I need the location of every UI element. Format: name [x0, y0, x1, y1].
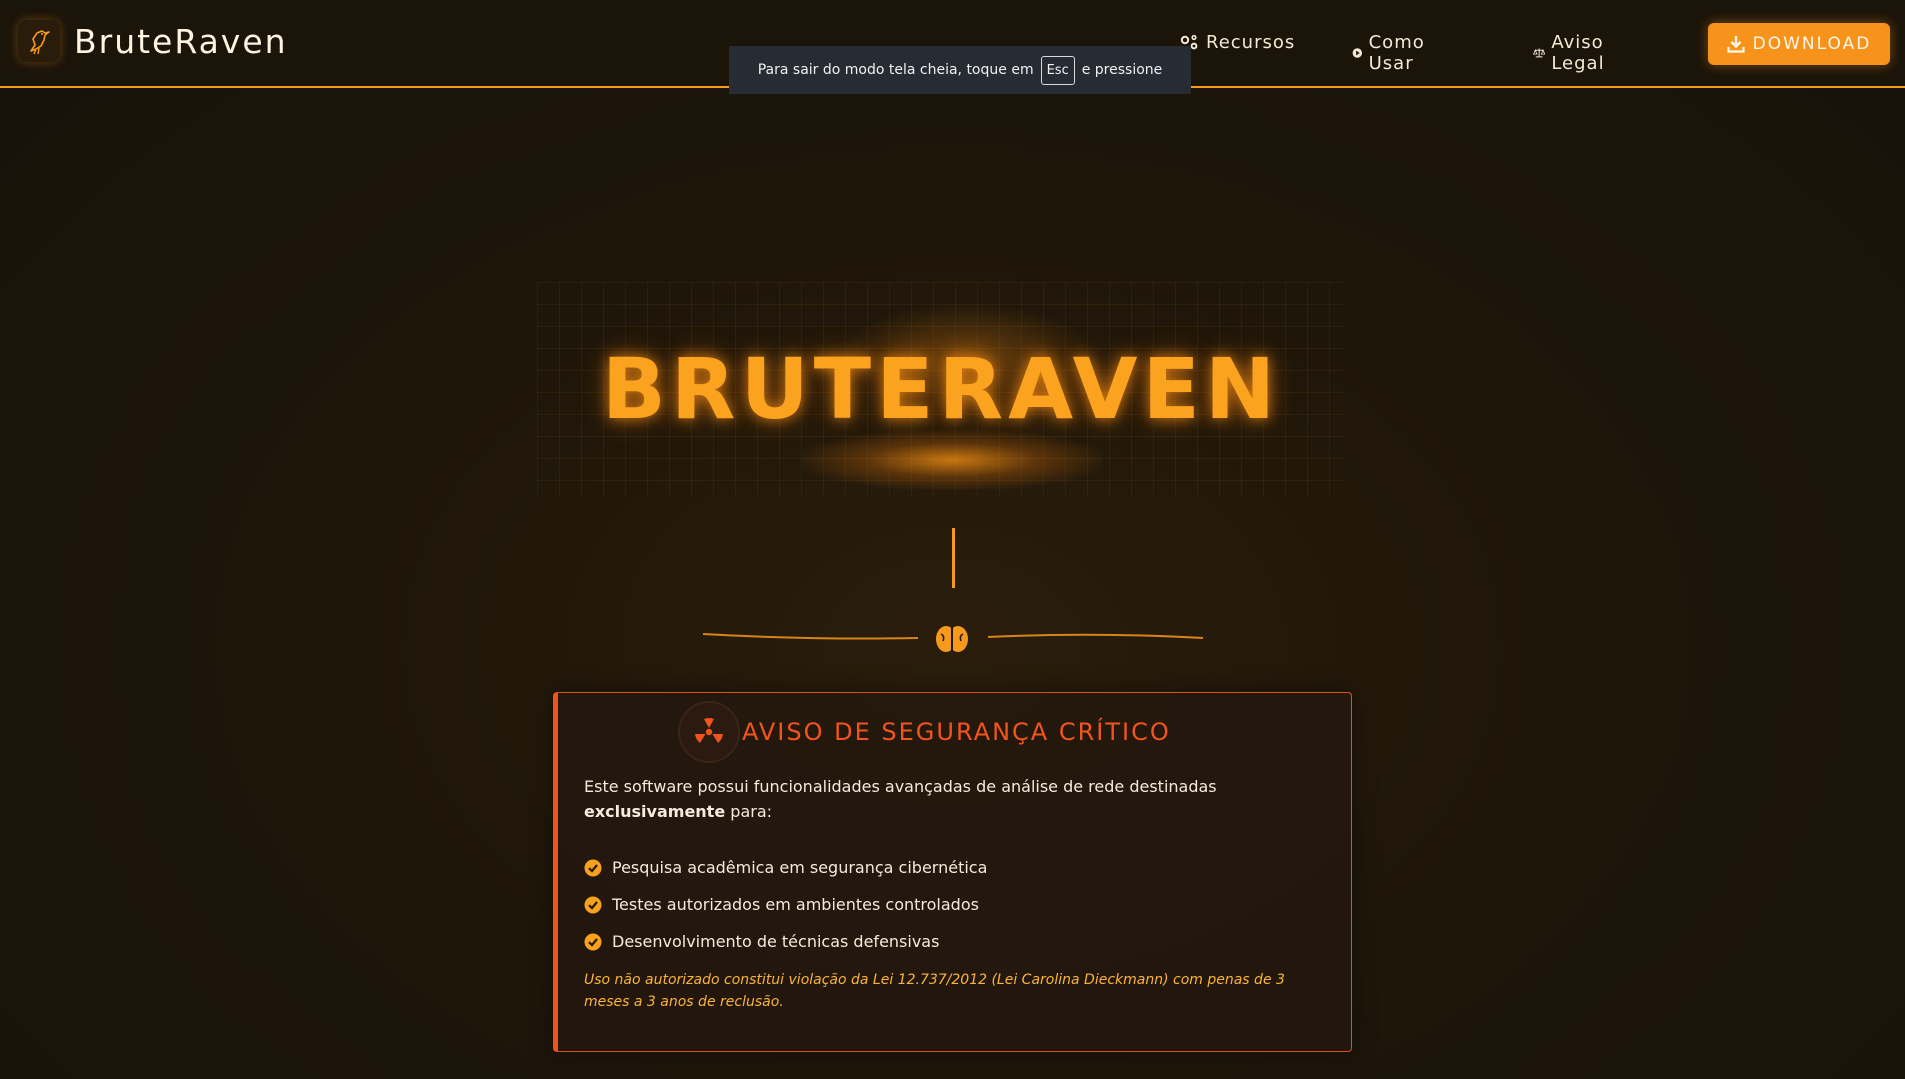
security-warning-card: AVISO DE SEGURANÇA CRÍTICO Este software… [553, 692, 1352, 1052]
scale-icon [1533, 48, 1546, 58]
nav-link-label: Recursos [1206, 32, 1296, 53]
esc-key-badge: Esc [1040, 55, 1075, 85]
warning-header: AVISO DE SEGURANÇA CRÍTICO [678, 701, 1171, 763]
brand-name: BruteRaven [74, 21, 288, 61]
intro-text-end: para: [730, 802, 773, 821]
list-item: Desenvolvimento de técnicas defensivas [584, 923, 987, 960]
list-item-text: Pesquisa acadêmica em segurança cibernét… [612, 858, 988, 877]
toast-text-after: e pressione [1081, 62, 1163, 78]
nav-link-aviso-legal[interactable]: Aviso Legal [1533, 32, 1614, 74]
list-item: Pesquisa acadêmica em segurança cibernét… [584, 849, 987, 886]
list-item: Testes autorizados em ambientes controla… [584, 886, 987, 923]
brand[interactable]: BruteRaven [18, 20, 288, 62]
intro-text: Este software possui funcionalidades ava… [584, 777, 1217, 796]
nav-link-label: Como Usar [1368, 32, 1425, 74]
legal-footnote: Uso não autorizado constitui violação da… [584, 972, 1285, 1010]
nav-link-recursos[interactable]: Recursos [1178, 32, 1295, 53]
check-circle-icon [584, 933, 602, 950]
list-item-text: Testes autorizados em ambientes controla… [612, 895, 979, 914]
check-circle-icon [584, 896, 602, 913]
vertical-connector [952, 528, 955, 588]
list-item-text: Desenvolvimento de técnicas defensivas [612, 932, 940, 951]
hero-glow-bottom [802, 430, 1102, 490]
raven-icon [18, 20, 60, 62]
warning-title: AVISO DE SEGURANÇA CRÍTICO [742, 718, 1171, 746]
radiation-icon [678, 701, 740, 763]
intro-emphasis: exclusivamente [584, 802, 726, 821]
download-button[interactable]: DOWNLOAD [1708, 23, 1890, 65]
hero-banner: BRUTERAVEN [537, 282, 1345, 496]
play-circle-icon [1352, 48, 1363, 58]
warning-intro: Este software possui funcionalidades ava… [584, 774, 1324, 824]
toast-text-before: Para sair do modo tela cheia, toque em [757, 62, 1034, 78]
download-icon [1727, 36, 1745, 53]
fullscreen-toast: Para sair do modo tela cheia, toque em E… [729, 46, 1191, 94]
divider-line-left [703, 633, 918, 640]
brain-icon [936, 626, 968, 652]
download-label: DOWNLOAD [1752, 34, 1872, 54]
hero-title: BRUTERAVEN [601, 340, 1281, 438]
divider-line-right [988, 633, 1203, 639]
nav-link-label: Aviso Legal [1551, 32, 1605, 74]
check-circle-icon [584, 859, 602, 876]
permitted-uses-list: Pesquisa acadêmica em segurança cibernét… [584, 849, 987, 960]
nav-link-como-usar[interactable]: Como Usar [1352, 32, 1432, 74]
